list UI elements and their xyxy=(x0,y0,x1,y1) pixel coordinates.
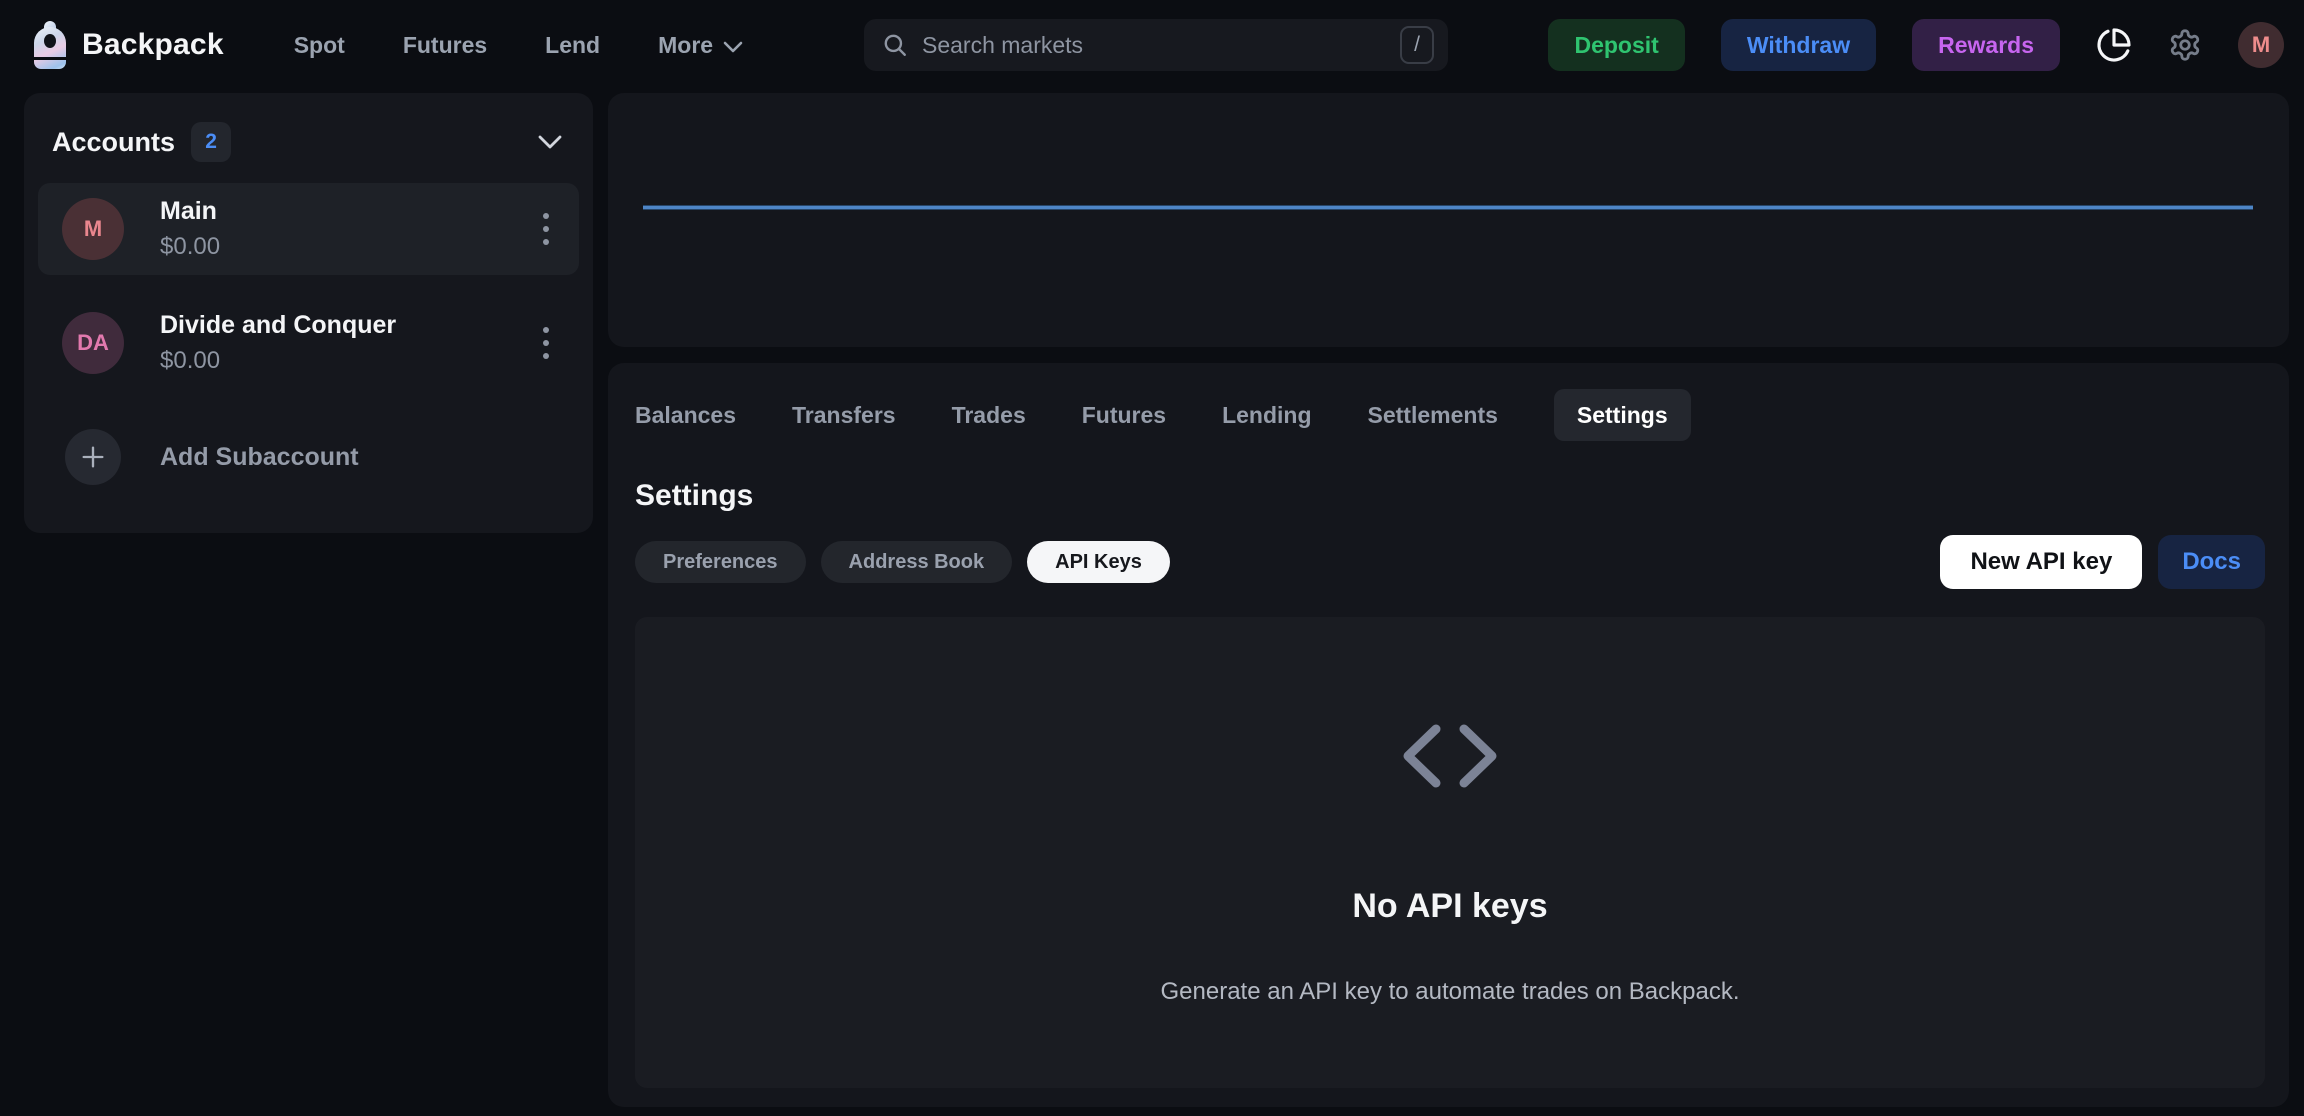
account-menu-kebab-icon[interactable] xyxy=(537,321,555,365)
tab-futures[interactable]: Futures xyxy=(1082,389,1166,441)
gear-icon xyxy=(2168,28,2202,62)
filter-preferences[interactable]: Preferences xyxy=(635,541,806,583)
brand-name: Backpack xyxy=(82,28,224,62)
top-nav: Backpack Spot Futures Lend More Search m… xyxy=(0,0,2304,90)
search-placeholder: Search markets xyxy=(922,32,1400,59)
nav-item-spot[interactable]: Spot xyxy=(294,32,345,59)
nav-actions: Deposit Withdraw Rewards M xyxy=(1548,0,2284,90)
account-balance: $0.00 xyxy=(160,233,537,261)
api-keys-empty-state: No API keys Generate an API key to autom… xyxy=(635,617,2265,1088)
add-subaccount-label: Add Subaccount xyxy=(160,443,359,472)
nav-item-lend[interactable]: Lend xyxy=(545,32,600,59)
account-menu-kebab-icon[interactable] xyxy=(537,207,555,251)
tab-settlements[interactable]: Settlements xyxy=(1368,389,1498,441)
section-title: Settings xyxy=(635,479,2265,513)
new-api-key-button[interactable]: New API key xyxy=(1940,535,2142,589)
api-key-actions: New API key Docs xyxy=(1940,535,2265,589)
filter-address-book[interactable]: Address Book xyxy=(821,541,1013,583)
rewards-button[interactable]: Rewards xyxy=(1912,19,2060,71)
tab-lending[interactable]: Lending xyxy=(1222,389,1311,441)
account-detail-panel: Balances Transfers Trades Futures Lendin… xyxy=(608,363,2289,1107)
empty-state-description: Generate an API key to automate trades o… xyxy=(1160,978,1739,1006)
search-icon xyxy=(882,32,908,58)
chevron-down-icon xyxy=(723,41,743,53)
docs-button[interactable]: Docs xyxy=(2158,535,2265,589)
tab-transfers[interactable]: Transfers xyxy=(792,389,896,441)
code-brackets-icon xyxy=(1398,723,1502,789)
tab-bar: Balances Transfers Trades Futures Lendin… xyxy=(635,389,2265,441)
account-row-main[interactable]: M Main $0.00 xyxy=(38,183,579,275)
nav-item-futures[interactable]: Futures xyxy=(403,32,487,59)
chevron-down-icon[interactable] xyxy=(537,134,563,150)
nav-item-more[interactable]: More xyxy=(658,32,743,59)
accounts-count-badge: 2 xyxy=(191,122,231,162)
brand[interactable]: Backpack xyxy=(0,21,224,69)
user-avatar[interactable]: M xyxy=(2238,22,2284,68)
accounts-title: Accounts xyxy=(52,127,175,158)
pie-chart-icon xyxy=(2096,27,2132,63)
filter-row: Preferences Address Book API Keys New AP… xyxy=(635,535,2265,589)
withdraw-button[interactable]: Withdraw xyxy=(1721,19,1876,71)
search-shortcut-key: / xyxy=(1400,26,1434,64)
balance-flatline xyxy=(643,206,2253,209)
nav-item-more-label: More xyxy=(658,32,713,59)
filter-api-keys[interactable]: API Keys xyxy=(1027,541,1170,583)
balance-chart-panel xyxy=(608,93,2289,347)
account-balance: $0.00 xyxy=(160,347,537,375)
settings-button[interactable] xyxy=(2168,28,2202,62)
add-subaccount-button[interactable]: Add Subaccount xyxy=(38,429,579,485)
primary-nav: Spot Futures Lend More xyxy=(294,32,743,59)
tab-trades[interactable]: Trades xyxy=(952,389,1026,441)
account-avatar: DA xyxy=(62,312,124,374)
account-avatar: M xyxy=(62,198,124,260)
search-input[interactable]: Search markets / xyxy=(864,19,1448,71)
empty-state-title: No API keys xyxy=(1352,887,1547,926)
plus-icon xyxy=(65,429,121,485)
deposit-button[interactable]: Deposit xyxy=(1548,19,1684,71)
account-name: Main xyxy=(160,197,537,226)
tab-balances[interactable]: Balances xyxy=(635,389,736,441)
accounts-panel: Accounts 2 M Main $0.00 DA Divide and Co… xyxy=(24,93,593,533)
account-row-divide-and-conquer[interactable]: DA Divide and Conquer $0.00 xyxy=(38,297,579,389)
settings-filter-pills: Preferences Address Book API Keys xyxy=(635,541,1940,583)
portfolio-button[interactable] xyxy=(2096,27,2132,63)
accounts-header[interactable]: Accounts 2 xyxy=(38,119,579,165)
backpack-logo-icon xyxy=(34,21,66,69)
account-name: Divide and Conquer xyxy=(160,311,537,340)
tab-settings[interactable]: Settings xyxy=(1554,389,1691,441)
